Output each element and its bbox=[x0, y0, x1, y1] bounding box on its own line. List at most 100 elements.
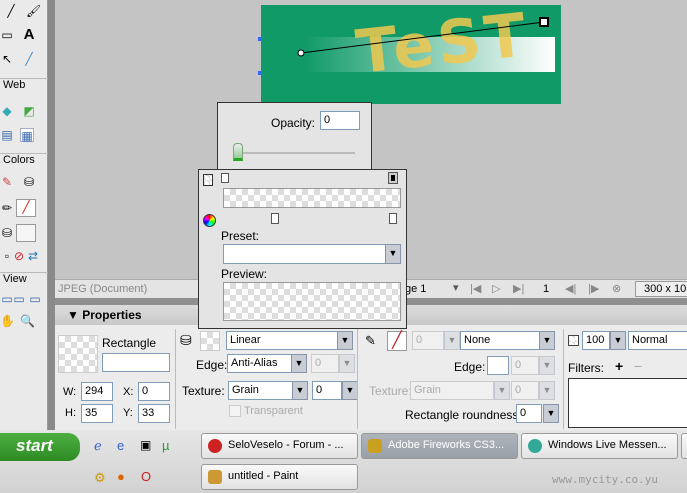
h-label: H: bbox=[65, 407, 76, 419]
task-button-opera[interactable]: SeloVeselo - Forum - ... bbox=[201, 433, 358, 459]
prev-frame-icon[interactable]: ◀| bbox=[565, 282, 576, 295]
text-tool-icon[interactable]: A bbox=[22, 27, 36, 42]
quicklaunch-tv-icon[interactable]: ▣ bbox=[140, 438, 151, 452]
stroke-size-dropdown: ▼ bbox=[444, 331, 460, 350]
quicklaunch-firefox-icon[interactable]: ● bbox=[117, 469, 125, 484]
texture-dropdown[interactable]: ▼ bbox=[292, 381, 308, 400]
eyedropper-icon[interactable]: ✎ bbox=[0, 175, 14, 189]
full-screen-menu-icon[interactable]: ▭ bbox=[12, 292, 26, 306]
object-name-input[interactable] bbox=[102, 353, 170, 372]
document-canvas[interactable]: TeST bbox=[261, 0, 561, 104]
swap-colors-icon[interactable]: ⇄ bbox=[26, 249, 40, 263]
width-input[interactable]: 294 bbox=[81, 382, 113, 401]
height-input[interactable]: 35 bbox=[81, 404, 113, 423]
x-input[interactable]: 0 bbox=[138, 382, 170, 401]
start-button[interactable]: start bbox=[0, 433, 80, 461]
selection-handle[interactable] bbox=[258, 71, 262, 75]
add-filter-icon[interactable]: + bbox=[615, 358, 623, 374]
fill-type-dropdown[interactable]: ▼ bbox=[337, 331, 353, 350]
transparent-checkbox[interactable] bbox=[229, 405, 241, 417]
freeform-icon[interactable]: ↖ bbox=[0, 52, 14, 66]
no-color-icon[interactable]: ⊘ bbox=[12, 249, 26, 263]
task-button-messenger[interactable]: Windows Live Messen... bbox=[521, 433, 678, 459]
hotspot-icon[interactable]: ◆ bbox=[0, 104, 14, 118]
quicklaunch-ie-icon[interactable]: ℯ bbox=[94, 438, 102, 454]
fill-color-swatch[interactable] bbox=[16, 224, 36, 242]
last-frame-icon[interactable]: ▶| bbox=[513, 282, 524, 295]
slice-icon[interactable]: ◩ bbox=[22, 104, 36, 118]
stop-icon[interactable]: ⊗ bbox=[612, 282, 621, 295]
gradient-handle-line[interactable] bbox=[261, 5, 561, 104]
quicklaunch-tool-icon[interactable]: ⚙ bbox=[94, 470, 106, 486]
opacity-input[interactable]: 100 bbox=[582, 331, 610, 350]
fill-bucket-icon[interactable]: ⛁ bbox=[0, 226, 14, 240]
paint-bucket-icon[interactable]: ⛁ bbox=[22, 175, 36, 189]
gradient-ramp[interactable] bbox=[223, 188, 401, 208]
page-dropdown-icon[interactable]: ▾ bbox=[453, 281, 459, 294]
opacity-stop[interactable] bbox=[221, 173, 229, 183]
color-stop[interactable] bbox=[271, 213, 279, 224]
hide-hotspots-icon[interactable]: ▤ bbox=[0, 128, 14, 142]
panel-divider[interactable] bbox=[48, 0, 55, 430]
brush-icon[interactable]: 🖌 bbox=[26, 4, 41, 18]
edge-amount: 0 bbox=[311, 354, 339, 373]
roundness-input[interactable]: 0 bbox=[516, 404, 542, 423]
next-frame-icon[interactable]: |▶ bbox=[588, 282, 599, 295]
task-button-fireworks[interactable]: Adobe Fireworks CS3... bbox=[361, 433, 518, 459]
zoom-tool-icon[interactable]: 🔍 bbox=[20, 314, 35, 328]
quicklaunch-ie2-icon[interactable]: e bbox=[117, 438, 124, 453]
stroke-swatch[interactable]: ╱ bbox=[387, 331, 407, 351]
preset-select[interactable] bbox=[223, 244, 401, 264]
texture-amount-input[interactable]: 0 bbox=[312, 381, 342, 400]
stroke-type-dropdown[interactable]: ▼ bbox=[539, 331, 555, 350]
stroke-texture-label: Texture: bbox=[369, 384, 412, 398]
color-stop[interactable] bbox=[389, 213, 397, 224]
tools-panel: ╱ 🖌 ▭ A ↖ ╱ Web ◆ ◩ ▤ ▦ Colors ✎ ⛁ ✏ ╱ ⛁… bbox=[0, 0, 48, 430]
taskbar: start ℯ e ▣ µ ⚙ ● O SeloVeselo - Forum -… bbox=[0, 430, 687, 493]
opacity-popup-input[interactable]: 0 bbox=[320, 111, 360, 130]
opacity-dropdown[interactable]: ▼ bbox=[610, 331, 626, 350]
texture-amount-dropdown[interactable]: ▼ bbox=[342, 381, 358, 400]
page-select[interactable]: ge 1 bbox=[405, 283, 426, 295]
opacity-stop[interactable] bbox=[388, 172, 398, 184]
opacity-stops-icon bbox=[203, 174, 213, 186]
full-screen-icon[interactable]: ▭ bbox=[28, 292, 42, 306]
fill-type-select[interactable]: Linear bbox=[226, 331, 353, 350]
start-label: start bbox=[16, 436, 53, 455]
rectangle-tool-icon[interactable]: ▭ bbox=[0, 28, 14, 42]
task-label: untitled - Paint bbox=[228, 470, 299, 482]
hand-tool-icon[interactable]: ✋ bbox=[0, 314, 15, 328]
stroke-pencil-icon[interactable]: ✏ bbox=[0, 201, 14, 215]
transparent-label: Transparent bbox=[244, 405, 303, 417]
knife-icon[interactable]: ╱ bbox=[22, 52, 36, 66]
w-label: W: bbox=[63, 386, 77, 398]
stroke-color-swatch[interactable]: ╱ bbox=[16, 199, 36, 217]
quicklaunch-utorrent-icon[interactable]: µ bbox=[162, 438, 170, 453]
task-button-more[interactable] bbox=[681, 433, 687, 459]
stroke-edge-amount: 0 bbox=[511, 356, 539, 375]
selection-handle[interactable] bbox=[258, 37, 262, 41]
show-slices-icon[interactable]: ▦ bbox=[20, 128, 34, 143]
fill-bucket-icon: ⛁ bbox=[180, 332, 192, 348]
quicklaunch-opera-icon[interactable]: O bbox=[141, 469, 151, 484]
roundness-dropdown[interactable]: ▼ bbox=[543, 404, 559, 423]
fill-swatch[interactable] bbox=[200, 331, 220, 351]
web-section-label: Web bbox=[0, 78, 48, 91]
y-input[interactable]: 33 bbox=[138, 404, 170, 423]
opacity-slider-track[interactable] bbox=[240, 152, 355, 154]
pen-icon[interactable]: ╱ bbox=[4, 4, 18, 18]
preset-dropdown[interactable]: ▼ bbox=[385, 244, 401, 264]
preview-label: Preview: bbox=[221, 267, 268, 281]
stroke-texture-amount: 0 bbox=[511, 381, 539, 400]
stroke-texture-amount-dropdown: ▼ bbox=[539, 381, 555, 400]
task-label: Windows Live Messen... bbox=[548, 439, 667, 451]
filters-list[interactable] bbox=[568, 378, 687, 428]
stroke-edge-select[interactable] bbox=[487, 356, 509, 375]
remove-filter-icon[interactable]: − bbox=[634, 358, 642, 374]
edge-dropdown[interactable]: ▼ bbox=[291, 354, 307, 373]
first-frame-icon[interactable]: |◀ bbox=[470, 282, 481, 295]
task-button-paint[interactable]: untitled - Paint bbox=[201, 464, 358, 490]
play-icon[interactable]: ▷ bbox=[492, 282, 500, 295]
opacity-slider-thumb[interactable] bbox=[233, 143, 243, 161]
blend-mode-select[interactable]: Normal bbox=[628, 331, 687, 350]
